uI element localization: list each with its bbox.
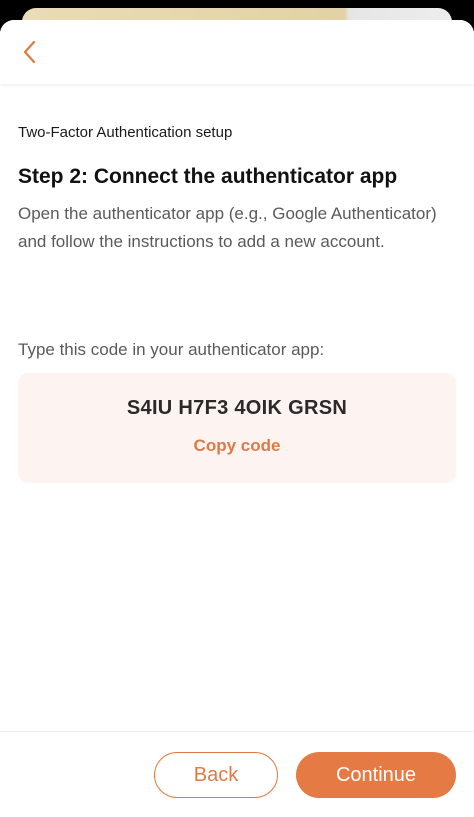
footer-actions: Back Continue [0, 731, 474, 817]
top-navigation-bar [0, 20, 474, 84]
copy-code-button[interactable]: Copy code [18, 436, 456, 456]
code-label: Type this code in your authenticator app… [18, 340, 325, 359]
continue-button[interactable]: Continue [296, 752, 456, 798]
modal-sheet: Two-Factor Authentication setup Step 2: … [0, 20, 474, 817]
back-button[interactable]: Back [154, 752, 278, 798]
secret-code: S4IU H7F3 4OIK GRSN [126, 397, 348, 419]
step-description: Open the authenticator app (e.g., Google… [18, 204, 437, 251]
code-box: S4IU H7F3 4OIK GRSN Copy code [18, 373, 456, 483]
chevron-left-icon[interactable] [16, 38, 44, 66]
setup-title: Two-Factor Authentication setup [18, 124, 233, 141]
step-title: Step 2: Connect the authenticator app [18, 165, 398, 188]
